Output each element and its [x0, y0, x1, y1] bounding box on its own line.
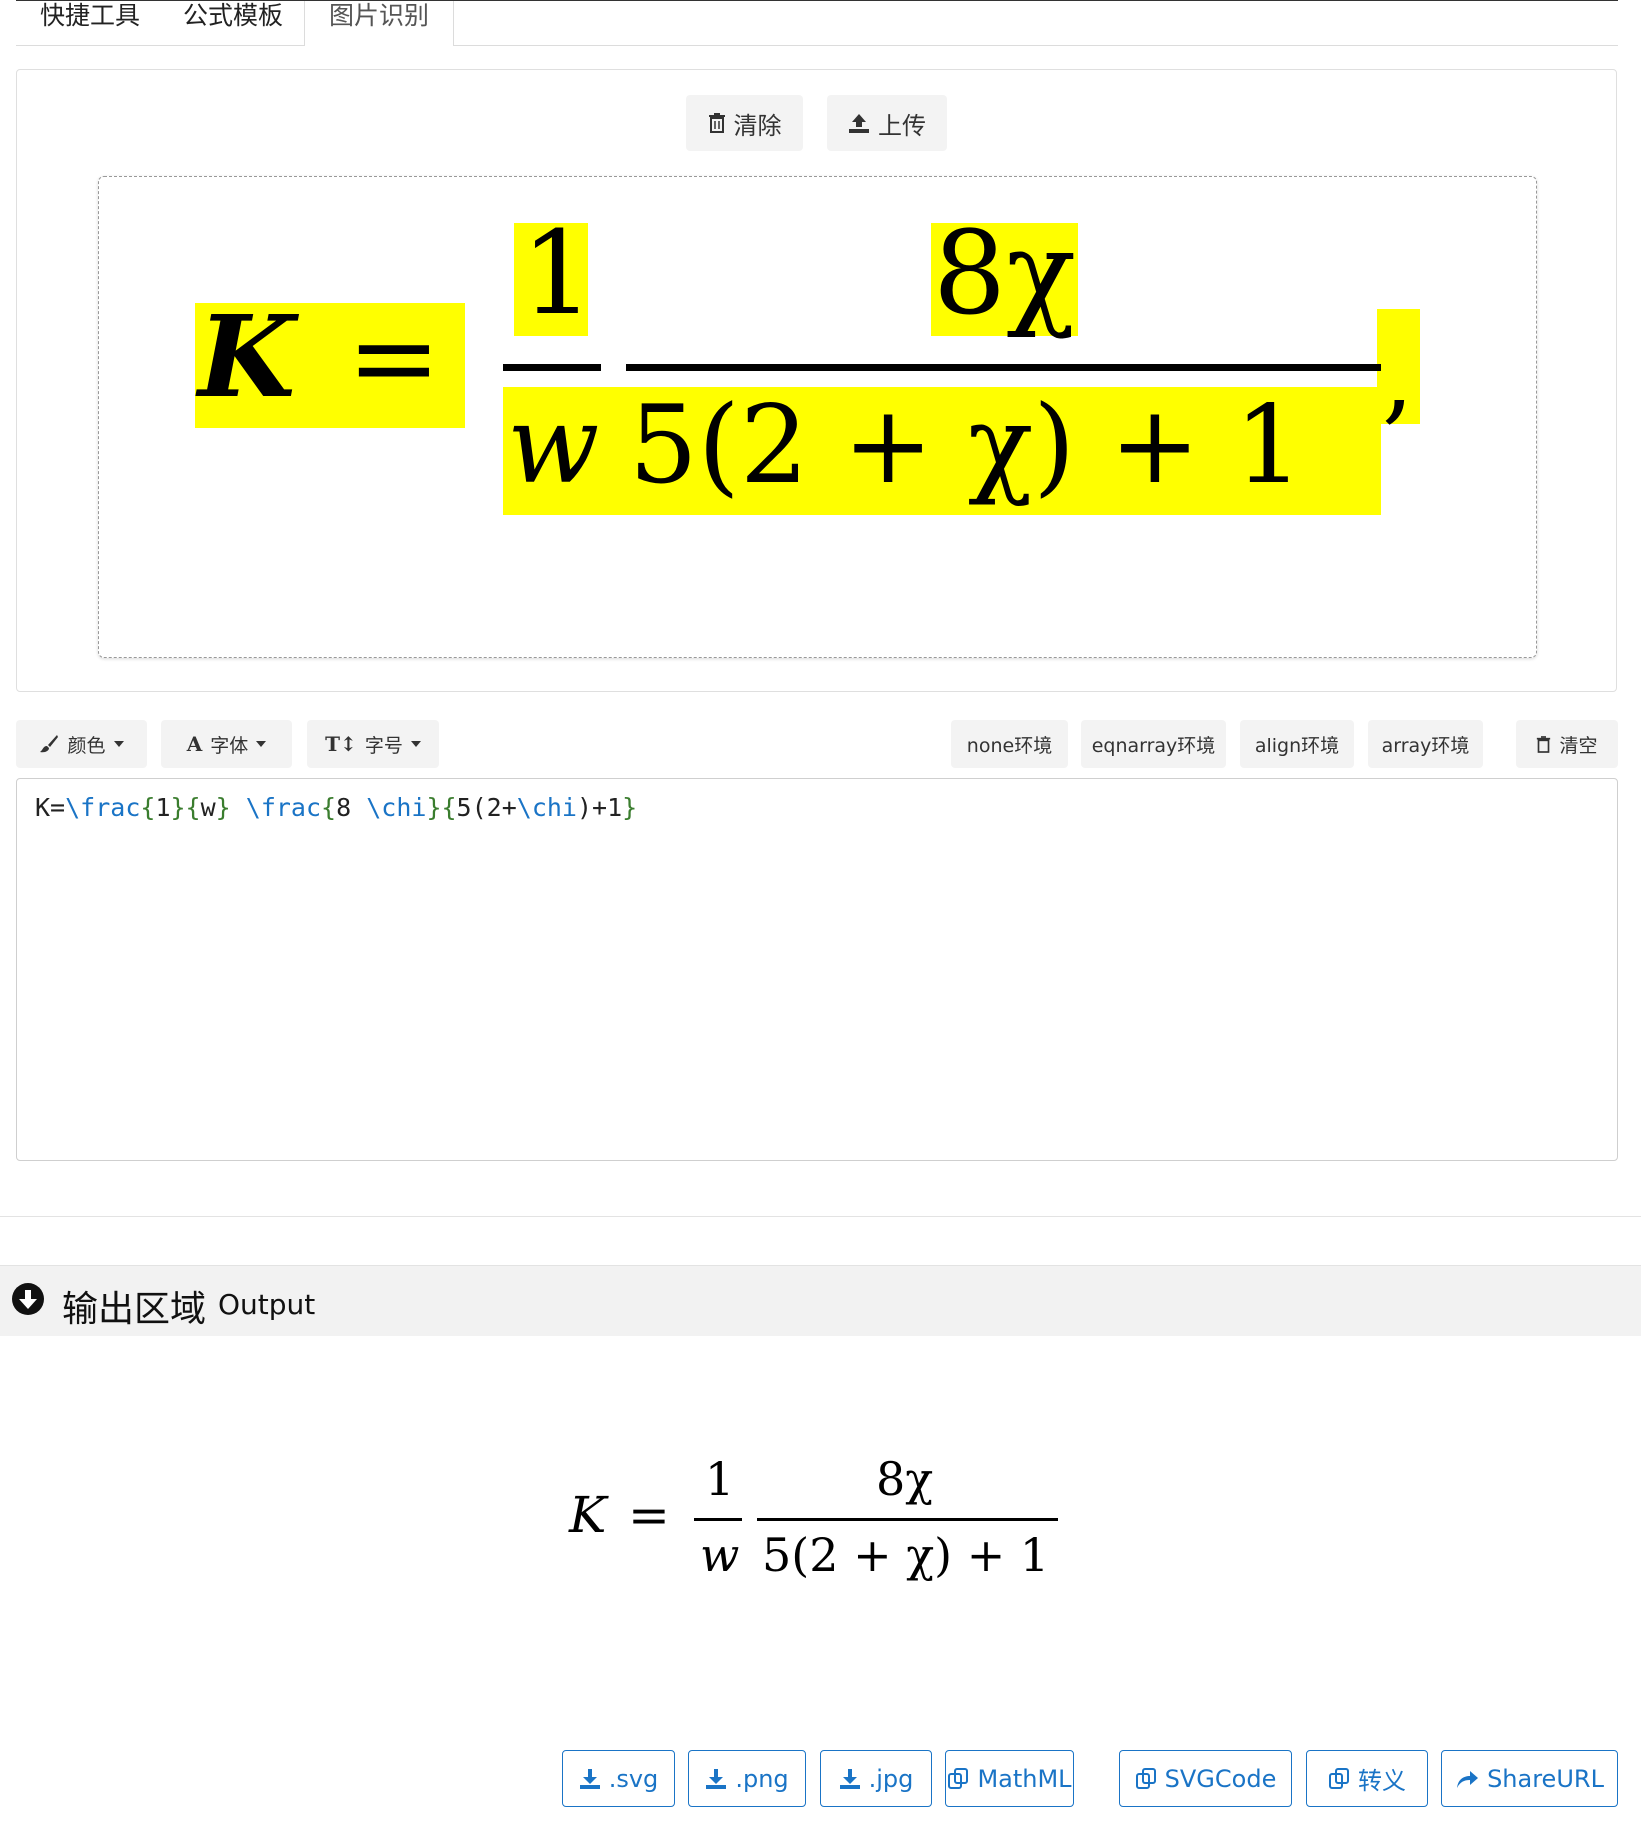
- image-formula-num2: 8χ: [933, 207, 1076, 341]
- rendered-formula: K = 1 w 8χ 5(2 + χ) + 1: [560, 1440, 1080, 1600]
- env-align-label: align环境: [1254, 734, 1340, 757]
- env-eqnarray-label: eqnarray环境: [1091, 734, 1216, 757]
- text-height-icon: T↕: [325, 732, 357, 756]
- image-formula-den2: 5(2 + χ) + 1: [629, 383, 1304, 508]
- uploaded-image-area[interactable]: K = 1 w 8χ 5(2 + χ) + 1 ,: [98, 176, 1537, 658]
- output-formula-den1: w: [700, 1528, 740, 1582]
- env-array-label: array环境: [1381, 734, 1470, 757]
- share-icon: [1455, 1768, 1479, 1790]
- code-token: \frac: [65, 793, 141, 822]
- code-token: K=: [35, 793, 66, 822]
- trash-icon: [1537, 735, 1551, 753]
- output-button-label: ShareURL: [1487, 1764, 1604, 1793]
- image-formula-den1: w: [507, 383, 600, 508]
- font-size-dropdown[interactable]: T↕ 字号: [307, 720, 439, 768]
- output-formula-num2: 8χ: [876, 1452, 934, 1506]
- output-button-label: .svg: [608, 1764, 659, 1793]
- clear-image-button[interactable]: 清除: [686, 95, 803, 151]
- code-token: {: [140, 793, 156, 822]
- download-icon: [579, 1768, 601, 1790]
- code-token: \chi: [366, 793, 427, 822]
- download-icon: [705, 1768, 727, 1790]
- output-formula-equals: =: [628, 1486, 670, 1544]
- output-button-shareurl[interactable]: ShareURL: [1441, 1750, 1618, 1807]
- output-button-svg[interactable]: .svg: [562, 1750, 675, 1807]
- clear-editor-label: 清空: [1559, 734, 1598, 757]
- copy-icon: [1328, 1767, 1350, 1790]
- download-icon: [839, 1768, 861, 1790]
- output-button-escape[interactable]: 转义: [1306, 1750, 1428, 1807]
- env-array-button[interactable]: array环境: [1368, 720, 1483, 768]
- font-icon: A: [186, 732, 203, 756]
- font-dropdown[interactable]: A 字体: [161, 720, 292, 768]
- latex-code-line: K=\frac{1}{w} \frac{8 \chi}{5(2+\chi)+1}: [35, 793, 637, 822]
- output-button-label: .jpg: [868, 1764, 914, 1793]
- output-button-jpg[interactable]: .jpg: [820, 1750, 932, 1807]
- output-formula-num1: 1: [705, 1452, 735, 1506]
- tab-bar: 快捷工具 公式模板 图片识别: [16, 0, 1618, 46]
- uploaded-formula-image: K = 1 w 8χ 5(2 + χ) + 1 ,: [99, 177, 1536, 657]
- chevron-down-icon: [410, 741, 421, 747]
- tab-quick-tools[interactable]: 快捷工具: [16, 1, 164, 45]
- clear-image-label: 清除: [733, 111, 782, 140]
- clear-editor-button[interactable]: 清空: [1516, 720, 1618, 768]
- output-subtitle: Output: [218, 1288, 316, 1321]
- upload-label: 上传: [878, 111, 926, 140]
- font-size-label: 字号: [364, 734, 403, 757]
- code-token: }{: [426, 793, 457, 822]
- output-button-mathml[interactable]: MathML: [945, 1750, 1074, 1807]
- brush-icon: [40, 735, 59, 753]
- tab-image-recognition[interactable]: 图片识别: [304, 1, 455, 46]
- image-formula-equals: =: [347, 293, 441, 423]
- upload-icon: [849, 114, 869, 133]
- code-token: )+1: [576, 793, 623, 822]
- arrow-down-circle-icon: [12, 1283, 44, 1315]
- upload-button[interactable]: 上传: [827, 95, 947, 151]
- chevron-down-icon: [113, 741, 124, 747]
- code-token: \frac: [245, 793, 322, 822]
- output-button-png[interactable]: .png: [688, 1750, 806, 1807]
- code-token: }: [622, 793, 638, 822]
- chevron-down-icon: [256, 741, 267, 747]
- section-divider: [0, 1216, 1641, 1217]
- image-formula-comma: ,: [1382, 318, 1414, 435]
- image-formula-num1: 1: [521, 207, 595, 341]
- color-label: 颜色: [67, 734, 106, 757]
- code-token: 5(2+: [456, 793, 517, 822]
- output-button-label: MathML: [977, 1764, 1072, 1793]
- output-header[interactable]: 输出区域 Output: [0, 1265, 1641, 1336]
- code-token: {: [321, 793, 337, 822]
- latex-editor[interactable]: K=\frac{1}{w} \frac{8 \chi}{5(2+\chi)+1}: [16, 778, 1618, 1161]
- copy-icon: [1135, 1767, 1157, 1790]
- output-button-label: .png: [735, 1764, 789, 1793]
- code-token: }{: [170, 793, 201, 822]
- trash-icon: [708, 113, 725, 133]
- code-token: }: [215, 793, 246, 822]
- code-token: w: [200, 793, 216, 822]
- image-recognition-panel: 清除 上传 K = 1 w 8χ 5(2 + χ) + 1 ,: [16, 69, 1617, 692]
- tab-formula-templates[interactable]: 公式模板: [159, 1, 307, 45]
- page: 快捷工具 公式模板 图片识别 清除 上传 K = 1 w 8χ 5(2 + χ)…: [0, 0, 1641, 1825]
- code-token: \chi: [516, 793, 577, 822]
- output-title: 输出区域: [62, 1289, 207, 1330]
- color-dropdown[interactable]: 颜色: [16, 720, 147, 768]
- env-none-label: none环境: [966, 734, 1053, 757]
- output-button-label: 转义: [1358, 1767, 1406, 1795]
- env-align-button[interactable]: align环境: [1240, 720, 1354, 768]
- output-formula-den2: 5(2 + χ) + 1: [762, 1528, 1050, 1582]
- code-token: 8: [336, 793, 367, 822]
- env-none-button[interactable]: none环境: [951, 720, 1068, 768]
- output-formula-k: K: [569, 1486, 607, 1544]
- code-token: 1: [155, 793, 171, 822]
- font-label: 字体: [210, 734, 249, 757]
- output-button-svgcode[interactable]: SVGCode: [1119, 1750, 1292, 1807]
- output-button-label: SVGCode: [1164, 1764, 1277, 1793]
- env-eqnarray-button[interactable]: eqnarray环境: [1081, 720, 1226, 768]
- copy-icon: [947, 1767, 969, 1790]
- image-formula-k: K: [198, 292, 296, 423]
